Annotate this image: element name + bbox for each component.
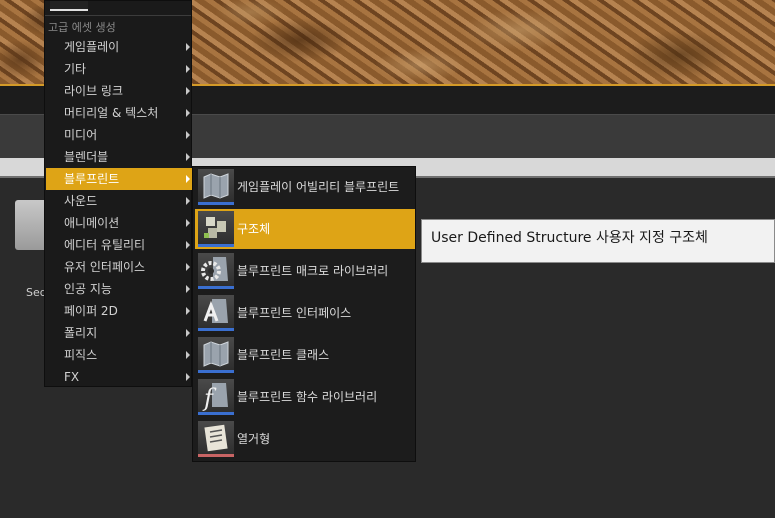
menu-item-label: FX [64,370,80,384]
submenu-arrow-icon [186,219,190,227]
menu-item-blendables[interactable]: 블렌더블 [46,146,192,168]
menu-item-ai[interactable]: 인공 지능 [46,278,192,300]
menu-item-fx[interactable]: FX [46,366,192,388]
submenu-item-label: 구조체 [237,222,271,236]
menu-item-blueprint[interactable]: 블루프린트 [46,168,192,190]
submenu-arrow-icon [186,197,190,205]
menu-item-foliage[interactable]: 폴리지 [46,322,192,344]
submenu-item-blueprint-macro-library[interactable]: 블루프린트 매크로 라이브러리 [195,251,415,291]
menu-item-media[interactable]: 미디어 [46,124,192,146]
submenu-arrow-icon [186,153,190,161]
menu-item-label: 애니메이션 [64,216,120,230]
menu-item-editor-utilities[interactable]: 에디터 유틸리티 [46,234,192,256]
menu-item-misc[interactable]: 기타 [46,58,192,80]
submenu-item-label: 블루프린트 클래스 [237,348,330,362]
blueprint-submenu: 게임플레이 어빌리티 블루프린트 구조체 블루프린트 매크로 라이브러리 블루프… [192,166,416,462]
submenu-arrow-icon [186,65,190,73]
blueprint-map-icon [198,169,234,205]
menu-item-label: 미디어 [64,128,98,142]
submenu-item-blueprint-interface[interactable]: 블루프린트 인터페이스 [195,293,415,333]
menu-item-label: 기타 [64,62,87,76]
submenu-arrow-icon [186,263,190,271]
blueprint-map-icon [198,337,234,373]
advanced-asset-menu: 고급 에셋 생성 게임플레이 기타 라이브 링크 머티리얼 & 텍스처 미디어 … [44,0,192,387]
menu-item-label: 피직스 [64,348,98,362]
enum-list-icon [198,421,234,457]
submenu-item-enumeration[interactable]: 열거형 [195,419,415,459]
menu-item-animation[interactable]: 애니메이션 [46,212,192,234]
submenu-item-label: 블루프린트 함수 라이브러리 [237,390,378,404]
tooltip: User Defined Structure 사용자 지정 구조체 [421,219,775,263]
menu-divider [45,15,191,16]
submenu-arrow-icon [186,329,190,337]
submenu-item-gameplay-ability-blueprint[interactable]: 게임플레이 어빌리티 블루프린트 [195,167,415,207]
menu-item-label: 머티리얼 & 텍스처 [64,106,159,120]
submenu-arrow-icon [186,373,190,381]
menu-item-physics[interactable]: 피직스 [46,344,192,366]
interface-icon [198,295,234,331]
macro-gear-icon [198,253,234,289]
menu-item-sound[interactable]: 사운드 [46,190,192,212]
menu-item-label: 폴리지 [64,326,98,340]
menu-item-label: 게임플레이 [64,40,120,54]
function-library-icon: f [198,379,234,415]
menu-item-label: 페이퍼 2D [64,304,118,318]
menu-item-label: 사운드 [64,194,98,208]
submenu-arrow-icon [186,43,190,51]
submenu-arrow-icon [186,109,190,117]
submenu-arrow-icon [186,351,190,359]
menu-item-label: 블루프린트 [64,172,120,186]
menu-item-gameplay[interactable]: 게임플레이 [46,36,192,58]
submenu-item-structure[interactable]: 구조체 [195,209,415,249]
submenu-arrow-icon [186,87,190,95]
menu-item-label: 유저 인터페이스 [64,260,146,274]
menu-item-user-interface[interactable]: 유저 인터페이스 [46,256,192,278]
submenu-arrow-icon [186,241,190,249]
structure-icon [198,211,234,247]
submenu-item-label: 열거형 [237,432,271,446]
folder-icon[interactable] [15,200,45,250]
submenu-arrow-icon [186,307,190,315]
menu-item-live-link[interactable]: 라이브 링크 [46,80,192,102]
menu-item-label: 블렌더블 [64,150,109,164]
submenu-item-label: 블루프린트 인터페이스 [237,306,352,320]
submenu-arrow-icon [186,131,190,139]
submenu-item-label: 게임플레이 어빌리티 블루프린트 [237,180,400,194]
menu-item-label: 인공 지능 [64,282,112,296]
menu-item-paper2d[interactable]: 페이퍼 2D [46,300,192,322]
submenu-arrow-icon [186,175,190,183]
menu-item-materials-textures[interactable]: 머티리얼 & 텍스처 [46,102,192,124]
menu-thumbnail-icon [50,1,88,11]
menu-item-label: 에디터 유틸리티 [64,238,146,252]
submenu-item-blueprint-function-library[interactable]: f 블루프린트 함수 라이브러리 [195,377,415,417]
submenu-item-blueprint-class[interactable]: 블루프린트 클래스 [195,335,415,375]
menu-section-header: 고급 에셋 생성 [48,21,116,34]
submenu-arrow-icon [186,285,190,293]
submenu-item-label: 블루프린트 매크로 라이브러리 [237,264,389,278]
menu-item-label: 라이브 링크 [64,84,124,98]
